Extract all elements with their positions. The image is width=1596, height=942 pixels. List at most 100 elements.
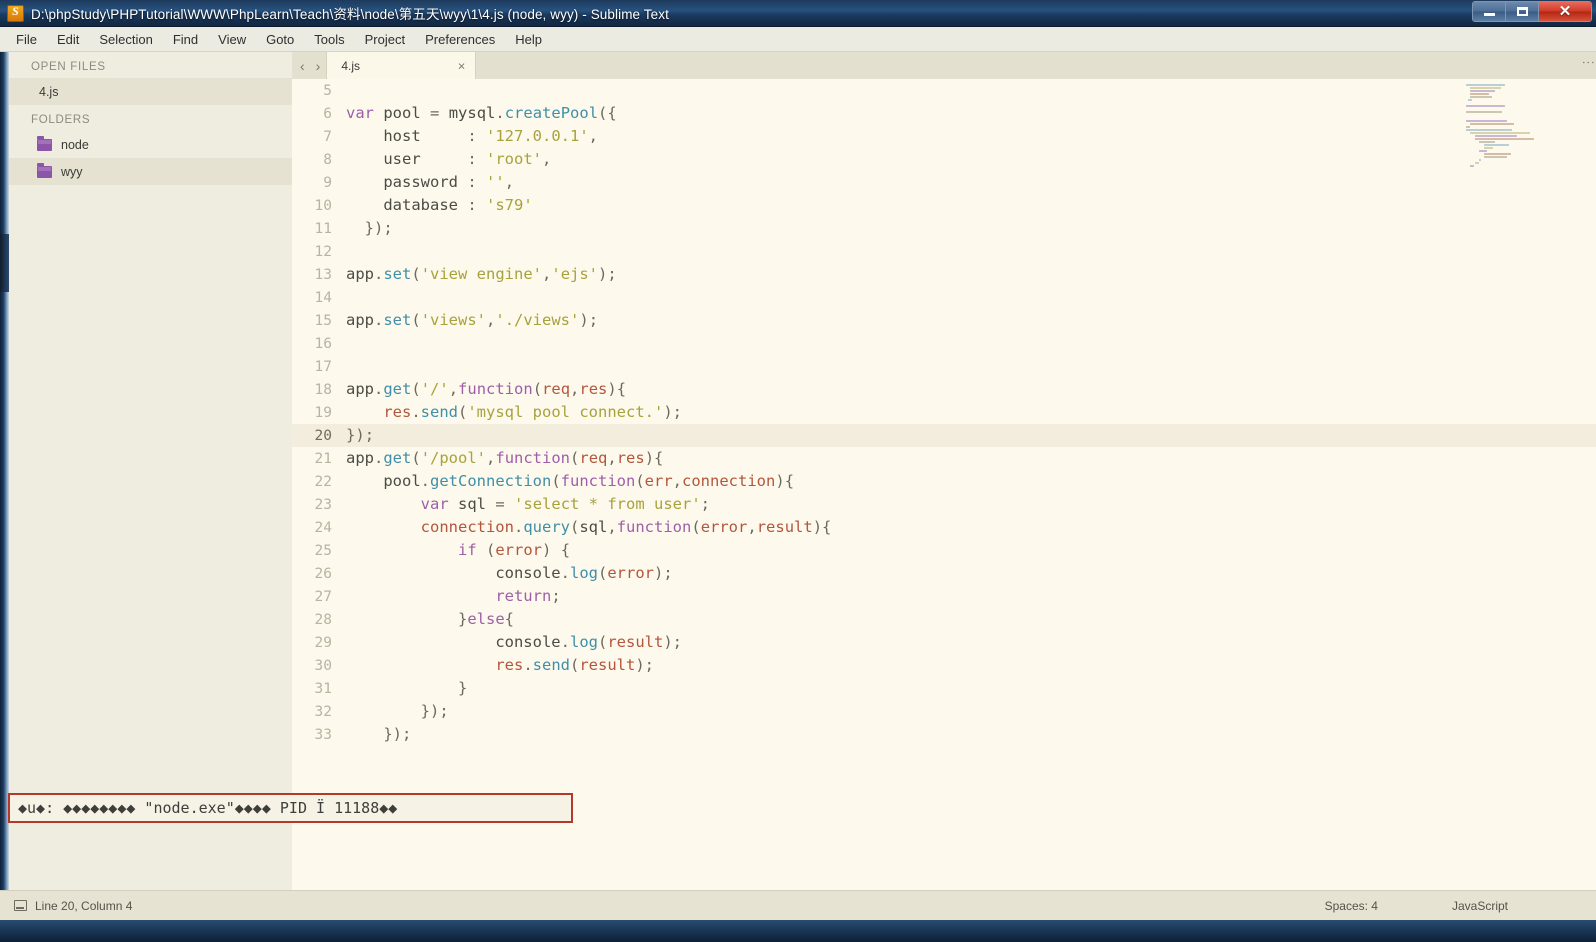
nav-prev-icon[interactable]: ‹ <box>300 58 305 74</box>
code-line-23[interactable]: 23 var sql = 'select * from user'; <box>292 493 1596 516</box>
more-options-icon[interactable]: ⋮ <box>1581 56 1596 70</box>
code-line-6[interactable]: 6 var pool = mysql.createPool({ <box>292 102 1596 125</box>
code-line-5[interactable]: 5 <box>292 79 1596 102</box>
line-number: 22 <box>314 474 332 490</box>
code-line-31[interactable]: 31 } <box>292 677 1596 700</box>
close-icon: ✕ <box>1558 3 1572 20</box>
folder-icon <box>37 135 52 151</box>
tab-4js[interactable]: 4.js × <box>326 52 477 79</box>
code-line-25[interactable]: 25 if (error) { <box>292 539 1596 562</box>
menu-project[interactable]: Project <box>355 30 415 49</box>
line-number: 27 <box>314 589 332 605</box>
open-file-label: 4.js <box>39 84 59 99</box>
code-content[interactable]: 5 6 var pool = mysql.createPool({7 host : … <box>292 79 1596 890</box>
code-line-33[interactable]: 33 }); <box>292 723 1596 746</box>
sublime-text-window: D:\phpStudy\PHPTutorial\WWW\PhpLearn\Tea… <box>0 0 1596 942</box>
window-edge-scrollbar[interactable] <box>0 52 9 890</box>
editor-scrollbar[interactable] <box>1592 79 1596 890</box>
statusbar-right: Spaces: 4 JavaScript <box>1325 899 1508 913</box>
code-text: res.send('mysql pool connect.'); <box>383 403 682 421</box>
menu-selection[interactable]: Selection <box>89 30 162 49</box>
sidebar-item-open-file-4js[interactable]: 4.js <box>9 78 292 105</box>
code-line-32[interactable]: 32 }); <box>292 700 1596 723</box>
menu-view[interactable]: View <box>208 30 256 49</box>
code-line-29[interactable]: 29 console.log(result); <box>292 631 1596 654</box>
code-text: var sql = 'select * from user'; <box>420 495 711 513</box>
code-text: password : '', <box>383 173 515 191</box>
menu-file[interactable]: File <box>6 30 47 49</box>
menu-help[interactable]: Help <box>505 30 552 49</box>
code-text: }else{ <box>457 610 514 628</box>
code-line-27[interactable]: 27 return; <box>292 585 1596 608</box>
code-line-13[interactable]: 13 app.set('view engine','ejs'); <box>292 263 1596 286</box>
line-number: 7 <box>323 129 332 145</box>
code-line-21[interactable]: 21 app.get('/pool',function(req,res){ <box>292 447 1596 470</box>
statusbar-left: Line 20, Column 4 <box>14 899 132 913</box>
sidebar-item-folder-wyy[interactable]: wyy <box>9 158 292 185</box>
code-line-15[interactable]: 15 app.set('views','./views'); <box>292 309 1596 332</box>
line-number: 8 <box>323 152 332 168</box>
code-line-18[interactable]: 18 app.get('/',function(req,res){ <box>292 378 1596 401</box>
menubar: File Edit Selection Find View Goto Tools… <box>0 27 1596 52</box>
code-line-10[interactable]: 10 database : 's79' <box>292 194 1596 217</box>
code-text: pool.getConnection(function(err,connecti… <box>383 472 795 490</box>
code-line-14[interactable]: 14 <box>292 286 1596 309</box>
maximize-icon <box>1516 7 1528 16</box>
console-output-overlay: ◆u◆: ◆◆◆◆◆◆◆◆ "node.exe"◆◆◆◆ PID Ï 11188… <box>8 793 573 823</box>
line-number: 14 <box>314 290 332 306</box>
code-text: app.get('/pool',function(req,res){ <box>346 449 664 467</box>
close-button[interactable]: ✕ <box>1539 2 1591 21</box>
line-number: 10 <box>314 198 332 214</box>
maximize-button[interactable] <box>1506 2 1539 21</box>
minimize-button[interactable] <box>1473 2 1506 21</box>
open-files-header: OPEN FILES <box>31 61 106 73</box>
code-line-16[interactable]: 16 <box>292 332 1596 355</box>
document-icon <box>14 900 27 911</box>
minimize-icon <box>1483 13 1495 16</box>
code-line-7[interactable]: 7 host : '127.0.0.1', <box>292 125 1596 148</box>
code-line-19[interactable]: 19 res.send('mysql pool connect.'); <box>292 401 1596 424</box>
code-line-30[interactable]: 30 res.send(result); <box>292 654 1596 677</box>
line-number: 13 <box>314 267 332 283</box>
line-number: 5 <box>323 83 332 99</box>
line-number: 20 <box>314 428 332 444</box>
line-number: 26 <box>314 566 332 582</box>
code-line-8[interactable]: 8 user : 'root', <box>292 148 1596 171</box>
scrollbar-thumb[interactable] <box>0 234 9 292</box>
line-number: 17 <box>314 359 332 375</box>
menu-edit[interactable]: Edit <box>47 30 89 49</box>
code-text: }); <box>383 725 412 743</box>
code-text: res.send(result); <box>495 656 655 674</box>
menu-preferences[interactable]: Preferences <box>415 30 505 49</box>
sidebar-item-folder-node[interactable]: node <box>9 131 292 158</box>
code-line-11[interactable]: 11 }); <box>292 217 1596 240</box>
syntax-mode[interactable]: JavaScript <box>1452 899 1508 913</box>
code-line-20[interactable]: 20}); <box>292 424 1596 447</box>
code-line-26[interactable]: 26 console.log(error); <box>292 562 1596 585</box>
menu-find[interactable]: Find <box>163 30 208 49</box>
statusbar: Line 20, Column 4 Spaces: 4 JavaScript <box>0 890 1596 920</box>
code-text: }); <box>346 426 375 444</box>
nav-next-icon[interactable]: › <box>316 58 321 74</box>
code-line-9[interactable]: 9 password : '', <box>292 171 1596 194</box>
line-number: 21 <box>314 451 332 467</box>
code-text: app.set('views','./views'); <box>346 311 599 329</box>
code-line-22[interactable]: 22 pool.getConnection(function(err,conne… <box>292 470 1596 493</box>
cursor-position[interactable]: Line 20, Column 4 <box>35 899 132 913</box>
code-line-28[interactable]: 28 }else{ <box>292 608 1596 631</box>
code-text: console.log(result); <box>495 633 683 651</box>
code-text: database : 's79' <box>383 196 533 214</box>
indent-setting[interactable]: Spaces: 4 <box>1325 899 1378 913</box>
code-editor[interactable]: 5 6 var pool = mysql.createPool({7 host : … <box>292 79 1596 890</box>
menu-goto[interactable]: Goto <box>256 30 304 49</box>
code-line-24[interactable]: 24 connection.query(sql,function(error,r… <box>292 516 1596 539</box>
code-text: var pool = mysql.createPool({ <box>346 104 617 122</box>
code-line-12[interactable]: 12 <box>292 240 1596 263</box>
tab-close-icon[interactable]: × <box>458 59 466 72</box>
window-controls: ✕ <box>1472 1 1592 22</box>
line-number: 19 <box>314 405 332 421</box>
code-line-17[interactable]: 17 <box>292 355 1596 378</box>
menu-tools[interactable]: Tools <box>304 30 354 49</box>
sidebar: OPEN FILES 4.js FOLDERS node wyy <box>9 52 292 890</box>
code-text: } <box>457 679 468 697</box>
